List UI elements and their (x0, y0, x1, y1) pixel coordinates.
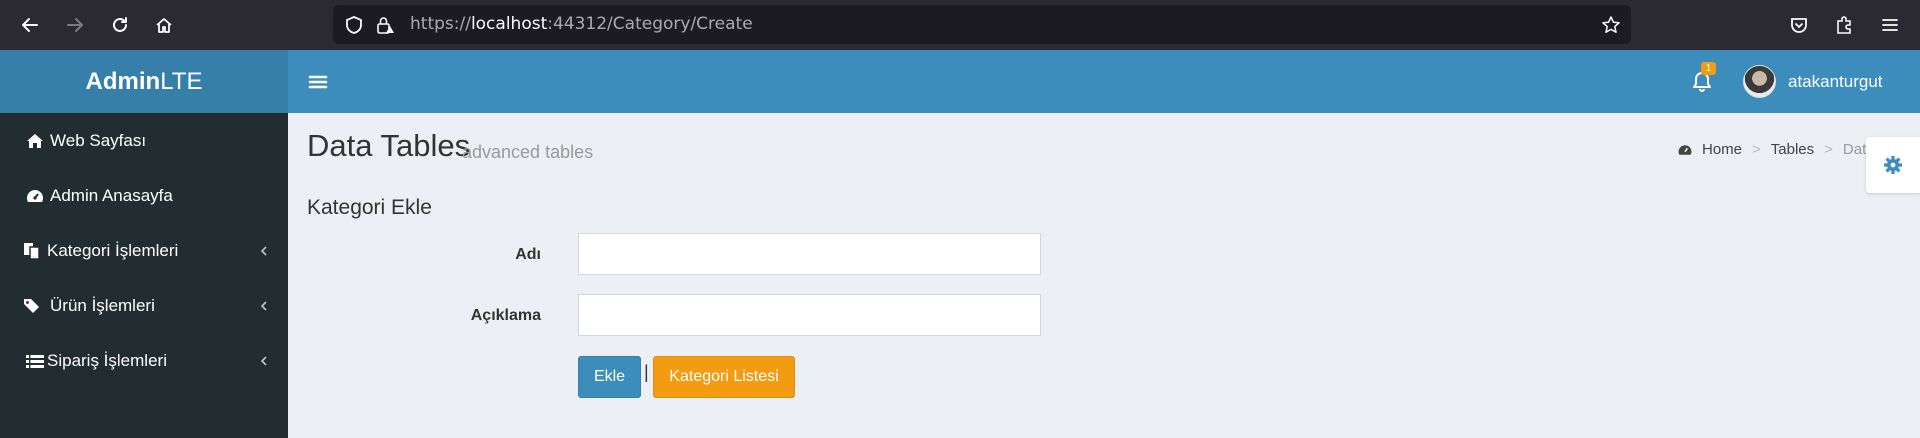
sidebar-item-web-sayfasi[interactable]: Web Sayfası (0, 113, 288, 168)
name-input[interactable] (578, 233, 1041, 275)
reload-button[interactable] (104, 9, 136, 41)
top-navbar: 1 atakanturgut (288, 50, 1920, 113)
browser-toolbar: https://localhost:44312/Category/Create (0, 0, 1920, 50)
sidebar: Web Sayfası Admin Anasayfa Kategori İşle… (0, 113, 288, 438)
pocket-button[interactable] (1783, 9, 1815, 41)
control-sidebar-toggle[interactable] (1866, 137, 1920, 193)
name-label: Adı (515, 246, 541, 263)
dashboard-icon (27, 189, 43, 202)
hamburger-menu-icon (1882, 19, 1898, 31)
address-bar[interactable]: https://localhost:44312/Category/Create (333, 5, 1631, 44)
sidebar-item-urun-islemleri[interactable]: Ürün İşlemleri (0, 278, 288, 333)
dashboard-icon (1678, 144, 1692, 155)
notification-badge: 1 (1701, 62, 1716, 75)
user-avatar[interactable] (1743, 65, 1776, 98)
submit-button[interactable]: Ekle (578, 356, 641, 398)
back-button[interactable] (14, 9, 46, 41)
lock-warning-icon (377, 17, 394, 34)
list-icon (26, 354, 44, 368)
chevron-left-icon (260, 355, 267, 366)
home-button[interactable] (148, 9, 180, 41)
sidebar-item-kategori-islemleri[interactable]: Kategori İşlemleri (0, 223, 288, 278)
tags-icon (24, 298, 39, 313)
chevron-left-icon (260, 300, 267, 311)
form-title: Kategori Ekle (307, 196, 432, 219)
home-icon (27, 133, 43, 148)
sidebar-item-siparis-islemleri[interactable]: Sipariş İşlemleri (0, 333, 288, 388)
chevron-left-icon (260, 245, 267, 256)
star-icon[interactable] (1601, 15, 1621, 35)
files-icon (24, 242, 40, 260)
arrow-right-icon (67, 18, 83, 32)
breadcrumb-tables[interactable]: Tables (1771, 141, 1814, 158)
button-separator: | (644, 362, 649, 382)
user-name[interactable]: atakanturgut (1788, 50, 1883, 113)
description-label: Açıklama (470, 307, 541, 324)
arrow-left-icon (22, 18, 38, 32)
description-input[interactable] (578, 294, 1041, 336)
puzzle-icon (1837, 16, 1851, 34)
page-subtitle: advanced tables (462, 142, 594, 162)
pocket-icon (1791, 18, 1807, 33)
menu-button[interactable] (1874, 9, 1906, 41)
page-title: Data Tables (307, 128, 471, 163)
app-logo[interactable]: Admin LTE (0, 50, 288, 113)
extensions-button[interactable] (1828, 9, 1860, 41)
forward-button[interactable] (59, 9, 91, 41)
url-text: https://localhost:44312/Category/Create (410, 14, 753, 34)
sidebar-toggle-icon[interactable] (306, 70, 330, 94)
breadcrumb-home[interactable]: Home (1702, 141, 1742, 158)
house-icon (156, 18, 172, 33)
shield-icon (346, 16, 362, 34)
reload-icon (113, 17, 127, 32)
sidebar-item-admin-anasayfa[interactable]: Admin Anasayfa (0, 168, 288, 223)
gear-icon (1884, 156, 1902, 174)
category-list-button[interactable]: Kategori Listesi (653, 356, 795, 398)
breadcrumb: Home > Tables > Data t (1677, 141, 1883, 158)
